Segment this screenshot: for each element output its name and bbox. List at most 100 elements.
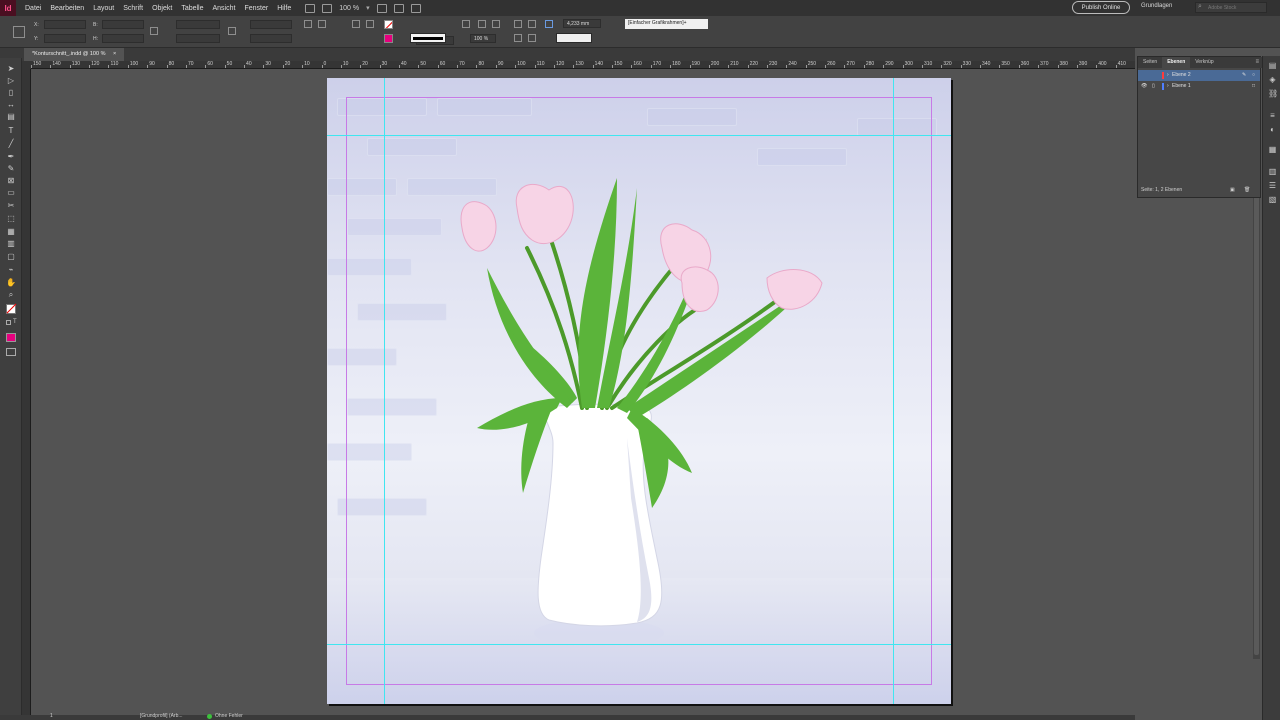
- trash-icon[interactable]: 🗑: [1244, 184, 1250, 196]
- direct-selection-tool-icon[interactable]: ▷: [6, 76, 16, 85]
- free-transform-tool-icon[interactable]: ⬚: [6, 214, 16, 223]
- align-icon[interactable]: [514, 34, 522, 42]
- target-icon[interactable]: ○: [1252, 70, 1255, 81]
- screen-mode-icon[interactable]: [393, 3, 404, 13]
- publish-online-button[interactable]: Publish Online: [1072, 1, 1130, 14]
- pencil-tool-icon[interactable]: ✎: [6, 164, 16, 173]
- apply-color-icon[interactable]: [6, 333, 16, 342]
- layer-row-1[interactable]: 👁 ▯ › Ebene 1 □: [1138, 81, 1260, 92]
- eye-icon[interactable]: 👁: [1141, 81, 1147, 92]
- fill-stroke-swatch[interactable]: [6, 303, 17, 314]
- object-style-select[interactable]: [Einfacher Grafikrahmen]+: [625, 19, 708, 29]
- text-wrap-icon[interactable]: [514, 20, 522, 28]
- rotation-field[interactable]: [250, 20, 292, 29]
- menu-layout[interactable]: Layout: [93, 5, 114, 12]
- corner-size-field[interactable]: 4,233 mm: [563, 19, 601, 28]
- hand-tool-icon[interactable]: ✋: [6, 278, 16, 287]
- arrange-documents-icon[interactable]: [410, 3, 421, 13]
- gap-tool-icon[interactable]: ↔: [6, 100, 16, 109]
- scale-y-field[interactable]: [176, 34, 220, 43]
- menu-tabelle[interactable]: Tabelle: [181, 5, 203, 12]
- page-number[interactable]: 1: [50, 713, 53, 719]
- expand-chevron-icon[interactable]: ›: [1167, 81, 1169, 92]
- line-tool-icon[interactable]: ╱: [6, 139, 16, 148]
- note-tool-icon[interactable]: ▢: [6, 252, 16, 261]
- menu-fenster[interactable]: Fenster: [244, 5, 268, 12]
- stock-icon[interactable]: [322, 3, 333, 13]
- ruler-guide-vertical[interactable]: [893, 78, 894, 704]
- type-tool-icon[interactable]: T: [6, 126, 16, 135]
- x-field[interactable]: [44, 20, 86, 29]
- target-icon[interactable]: □: [1252, 81, 1255, 92]
- frame-fitting-field[interactable]: [556, 33, 592, 43]
- layer-name[interactable]: Ebene 2: [1172, 70, 1191, 81]
- expand-chevron-icon[interactable]: ›: [1167, 70, 1169, 81]
- shear-field[interactable]: [250, 34, 292, 43]
- rectangle-tool-icon[interactable]: ▭: [6, 188, 16, 197]
- content-collector-icon[interactable]: ▤: [6, 112, 16, 121]
- rotate-icon[interactable]: [304, 20, 312, 28]
- reference-point-icon[interactable]: [13, 26, 25, 38]
- select-content-icon[interactable]: [366, 20, 374, 28]
- distribute-icon[interactable]: [528, 34, 536, 42]
- constrain-proportions-icon[interactable]: [150, 27, 158, 35]
- gradient-swatch-tool-icon[interactable]: ▦: [6, 227, 16, 236]
- menu-datei[interactable]: Datei: [25, 5, 41, 12]
- menu-objekt[interactable]: Objekt: [152, 5, 172, 12]
- close-icon[interactable]: ×: [113, 51, 116, 57]
- stroke-swatch[interactable]: [384, 34, 393, 43]
- horizontal-ruler[interactable]: 150 140 130 120 110 100 90 80 70 60 50 40 30 20 10 0 10 2…: [31, 61, 1135, 69]
- pen-tool-icon[interactable]: ✒: [6, 152, 16, 161]
- chevron-down-icon[interactable]: ▾: [366, 4, 370, 12]
- menu-bearbeiten[interactable]: Bearbeiten: [50, 5, 84, 12]
- height-field[interactable]: [102, 34, 144, 43]
- scale-x-field[interactable]: [176, 20, 220, 29]
- pages-panel-icon[interactable]: ▤: [1268, 62, 1277, 70]
- workspace-switcher[interactable]: Grundlagen: [1141, 3, 1172, 9]
- vertical-ruler[interactable]: [22, 69, 31, 715]
- preflight-profile[interactable]: [Grundprofil] (Arb...: [140, 713, 183, 719]
- layers-panel-icon[interactable]: ◈: [1268, 76, 1277, 84]
- fx-icon[interactable]: [492, 20, 500, 28]
- effects-panel-icon[interactable]: ▧: [1268, 196, 1277, 204]
- menu-schrift[interactable]: Schrift: [123, 5, 143, 12]
- rectangle-frame-tool-icon[interactable]: ⊠: [6, 176, 16, 185]
- gradient-feather-tool-icon[interactable]: ▥: [6, 239, 16, 248]
- fill-swatch[interactable]: [384, 20, 393, 29]
- stroke-type-selector[interactable]: [410, 33, 446, 43]
- y-field[interactable]: [44, 34, 86, 43]
- layer-name[interactable]: Ebene 1: [1172, 81, 1191, 92]
- stroke-panel-icon[interactable]: ≡: [1268, 112, 1277, 120]
- menu-ansicht[interactable]: Ansicht: [213, 5, 236, 12]
- zoom-tool-icon[interactable]: ⌕: [6, 290, 16, 299]
- lock-icon[interactable]: ▯: [1152, 81, 1155, 92]
- lock-icon[interactable]: [228, 27, 236, 35]
- document-canvas[interactable]: [31, 69, 1135, 715]
- cc-libraries-icon[interactable]: ▥: [1268, 168, 1277, 176]
- color-panel-icon[interactable]: ◐: [1268, 126, 1277, 134]
- screen-mode-normal-icon[interactable]: [6, 348, 16, 356]
- tab-links[interactable]: Verknüp: [1190, 57, 1218, 68]
- view-options-icon[interactable]: [376, 3, 387, 13]
- text-wrap-alt-icon[interactable]: [528, 20, 536, 28]
- layer-row-2[interactable]: › Ebene 2 ✎ ○: [1138, 70, 1260, 81]
- preflight-status[interactable]: Ohne Fehler: [215, 713, 243, 719]
- ruler-guide-horizontal[interactable]: [327, 135, 951, 136]
- zoom-level[interactable]: 100 %: [339, 5, 359, 12]
- formatting-container-icon[interactable]: [6, 320, 11, 325]
- links-panel-icon[interactable]: ⛓: [1268, 90, 1278, 98]
- scissors-tool-icon[interactable]: ✂: [6, 201, 16, 210]
- corner-options-icon[interactable]: [545, 20, 553, 28]
- tab-layers[interactable]: Ebenen: [1162, 57, 1191, 68]
- eyedropper-tool-icon[interactable]: ⌁: [6, 265, 16, 274]
- ruler-origin[interactable]: [22, 61, 31, 69]
- menu-hilfe[interactable]: Hilfe: [277, 5, 291, 12]
- ruler-guide-horizontal[interactable]: [327, 644, 951, 645]
- adobe-stock-search[interactable]: Adobe Stock: [1195, 2, 1267, 13]
- tab-pages[interactable]: Seiten: [1138, 57, 1162, 68]
- document-page[interactable]: [327, 78, 951, 704]
- page-tool-icon[interactable]: ▯: [6, 88, 16, 97]
- ruler-guide-vertical[interactable]: [384, 78, 385, 704]
- drop-shadow-icon[interactable]: [462, 20, 470, 28]
- bridge-icon[interactable]: [305, 3, 316, 13]
